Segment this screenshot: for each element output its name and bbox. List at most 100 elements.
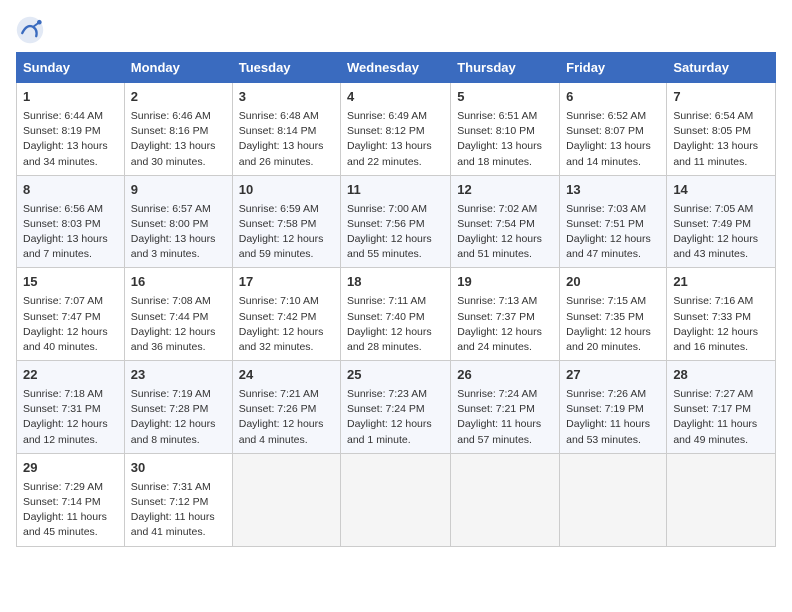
day-number: 23 [131, 366, 226, 385]
calendar-cell: 4Sunrise: 6:49 AMSunset: 8:12 PMDaylight… [341, 83, 451, 176]
day-number: 19 [457, 273, 553, 292]
calendar-cell: 12 Sunrise: 7:02 AMSunset: 7:54 PMDayligh… [451, 175, 560, 268]
calendar-cell: 23 Sunrise: 7:19 AMSunset: 7:28 PMDayligh… [124, 361, 232, 454]
cell-info: Sunrise: 7:23 AMSunset: 7:24 PMDaylight:… [347, 387, 444, 448]
cell-info: Sunrise: 7:11 AMSunset: 7:40 PMDaylight:… [347, 294, 444, 355]
calendar-cell: 16 Sunrise: 7:08 AMSunset: 7:44 PMDayligh… [124, 268, 232, 361]
day-number: 5 [457, 88, 553, 107]
day-number: 16 [131, 273, 226, 292]
cell-info: Sunrise: 6:46 AMSunset: 8:16 PMDaylight:… [131, 109, 226, 170]
calendar-cell: 13 Sunrise: 7:03 AMSunset: 7:51 PMDayligh… [560, 175, 667, 268]
calendar-cell: 11 Sunrise: 7:00 AMSunset: 7:56 PMDayligh… [341, 175, 451, 268]
day-number: 3 [239, 88, 334, 107]
cell-info: Sunrise: 7:31 AMSunset: 7:12 PMDaylight:… [131, 480, 226, 541]
calendar-cell [667, 453, 776, 546]
calendar-cell: 30 Sunrise: 7:31 AMSunset: 7:12 PMDayligh… [124, 453, 232, 546]
day-number: 29 [23, 459, 118, 478]
cell-info: Sunrise: 6:44 AMSunset: 8:19 PMDaylight:… [23, 109, 118, 170]
weekday-header: Monday [124, 53, 232, 83]
calendar-cell: 14 Sunrise: 7:05 AMSunset: 7:49 PMDayligh… [667, 175, 776, 268]
day-number: 14 [673, 181, 769, 200]
day-number: 15 [23, 273, 118, 292]
calendar-cell [560, 453, 667, 546]
cell-info: Sunrise: 7:24 AMSunset: 7:21 PMDaylight:… [457, 387, 553, 448]
cell-info: Sunrise: 7:05 AMSunset: 7:49 PMDaylight:… [673, 202, 769, 263]
calendar-cell: 7 Sunrise: 6:54 AMSunset: 8:05 PMDaylight… [667, 83, 776, 176]
day-number: 28 [673, 366, 769, 385]
calendar-table: SundayMondayTuesdayWednesdayThursdayFrid… [16, 52, 776, 547]
day-number: 25 [347, 366, 444, 385]
calendar-cell: 29 Sunrise: 7:29 AMSunset: 7:14 PMDayligh… [17, 453, 125, 546]
day-number: 20 [566, 273, 660, 292]
calendar-cell: 9 Sunrise: 6:57 AMSunset: 8:00 PMDaylight… [124, 175, 232, 268]
calendar-cell: 24 Sunrise: 7:21 AMSunset: 7:26 PMDayligh… [232, 361, 340, 454]
calendar-cell: 26 Sunrise: 7:24 AMSunset: 7:21 PMDayligh… [451, 361, 560, 454]
calendar-cell: 2 Sunrise: 6:46 AMSunset: 8:16 PMDaylight… [124, 83, 232, 176]
logo-icon [16, 16, 44, 44]
weekday-header: Wednesday [341, 53, 451, 83]
cell-info: Sunrise: 6:56 AMSunset: 8:03 PMDaylight:… [23, 202, 118, 263]
cell-info: Sunrise: 7:19 AMSunset: 7:28 PMDaylight:… [131, 387, 226, 448]
day-number: 12 [457, 181, 553, 200]
weekday-header: Friday [560, 53, 667, 83]
cell-info: Sunrise: 6:57 AMSunset: 8:00 PMDaylight:… [131, 202, 226, 263]
calendar-cell: 28 Sunrise: 7:27 AMSunset: 7:17 PMDayligh… [667, 361, 776, 454]
day-number: 21 [673, 273, 769, 292]
day-number: 4 [347, 88, 444, 107]
cell-info: Sunrise: 7:16 AMSunset: 7:33 PMDaylight:… [673, 294, 769, 355]
weekday-header: Tuesday [232, 53, 340, 83]
calendar-cell: 6Sunrise: 6:52 AMSunset: 8:07 PMDaylight… [560, 83, 667, 176]
cell-info: Sunrise: 7:13 AMSunset: 7:37 PMDaylight:… [457, 294, 553, 355]
day-number: 9 [131, 181, 226, 200]
weekday-header: Saturday [667, 53, 776, 83]
calendar-cell [341, 453, 451, 546]
calendar-cell: 21 Sunrise: 7:16 AMSunset: 7:33 PMDayligh… [667, 268, 776, 361]
cell-info: Sunrise: 7:27 AMSunset: 7:17 PMDaylight:… [673, 387, 769, 448]
calendar-cell: 15 Sunrise: 7:07 AMSunset: 7:47 PMDayligh… [17, 268, 125, 361]
cell-info: Sunrise: 7:02 AMSunset: 7:54 PMDaylight:… [457, 202, 553, 263]
cell-info: Sunrise: 6:59 AMSunset: 7:58 PMDaylight:… [239, 202, 334, 263]
calendar-cell: 20 Sunrise: 7:15 AMSunset: 7:35 PMDayligh… [560, 268, 667, 361]
cell-info: Sunrise: 7:15 AMSunset: 7:35 PMDaylight:… [566, 294, 660, 355]
day-number: 7 [673, 88, 769, 107]
cell-info: Sunrise: 7:21 AMSunset: 7:26 PMDaylight:… [239, 387, 334, 448]
calendar-cell [232, 453, 340, 546]
cell-info: Sunrise: 6:48 AMSunset: 8:14 PMDaylight:… [239, 109, 334, 170]
cell-info: Sunrise: 6:54 AMSunset: 8:05 PMDaylight:… [673, 109, 769, 170]
calendar-cell: 10 Sunrise: 6:59 AMSunset: 7:58 PMDayligh… [232, 175, 340, 268]
day-number: 10 [239, 181, 334, 200]
calendar-cell: 18 Sunrise: 7:11 AMSunset: 7:40 PMDayligh… [341, 268, 451, 361]
logo [16, 16, 48, 44]
day-number: 27 [566, 366, 660, 385]
day-number: 30 [131, 459, 226, 478]
cell-info: Sunrise: 7:07 AMSunset: 7:47 PMDaylight:… [23, 294, 118, 355]
cell-info: Sunrise: 7:29 AMSunset: 7:14 PMDaylight:… [23, 480, 118, 541]
day-number: 13 [566, 181, 660, 200]
calendar-cell: 19 Sunrise: 7:13 AMSunset: 7:37 PMDayligh… [451, 268, 560, 361]
calendar-cell: 1 Sunrise: 6:44 AMSunset: 8:19 PMDaylight… [17, 83, 125, 176]
cell-info: Sunrise: 7:08 AMSunset: 7:44 PMDaylight:… [131, 294, 226, 355]
calendar-cell: 27 Sunrise: 7:26 AMSunset: 7:19 PMDayligh… [560, 361, 667, 454]
day-number: 24 [239, 366, 334, 385]
cell-info: Sunrise: 7:03 AMSunset: 7:51 PMDaylight:… [566, 202, 660, 263]
cell-info: Sunrise: 7:10 AMSunset: 7:42 PMDaylight:… [239, 294, 334, 355]
cell-info: Sunrise: 6:51 AMSunset: 8:10 PMDaylight:… [457, 109, 553, 170]
day-number: 22 [23, 366, 118, 385]
day-number: 18 [347, 273, 444, 292]
cell-info: Sunrise: 7:00 AMSunset: 7:56 PMDaylight:… [347, 202, 444, 263]
day-number: 17 [239, 273, 334, 292]
cell-info: Sunrise: 7:26 AMSunset: 7:19 PMDaylight:… [566, 387, 660, 448]
cell-info: Sunrise: 7:18 AMSunset: 7:31 PMDaylight:… [23, 387, 118, 448]
calendar-cell: 8 Sunrise: 6:56 AMSunset: 8:03 PMDaylight… [17, 175, 125, 268]
weekday-header: Sunday [17, 53, 125, 83]
calendar-cell: 3 Sunrise: 6:48 AMSunset: 8:14 PMDaylight… [232, 83, 340, 176]
day-number: 26 [457, 366, 553, 385]
calendar-cell [451, 453, 560, 546]
calendar-cell: 22 Sunrise: 7:18 AMSunset: 7:31 PMDayligh… [17, 361, 125, 454]
calendar-cell: 17 Sunrise: 7:10 AMSunset: 7:42 PMDayligh… [232, 268, 340, 361]
day-number: 1 [23, 88, 118, 107]
day-number: 8 [23, 181, 118, 200]
day-number: 11 [347, 181, 444, 200]
day-number: 6 [566, 88, 660, 107]
day-number: 2 [131, 88, 226, 107]
